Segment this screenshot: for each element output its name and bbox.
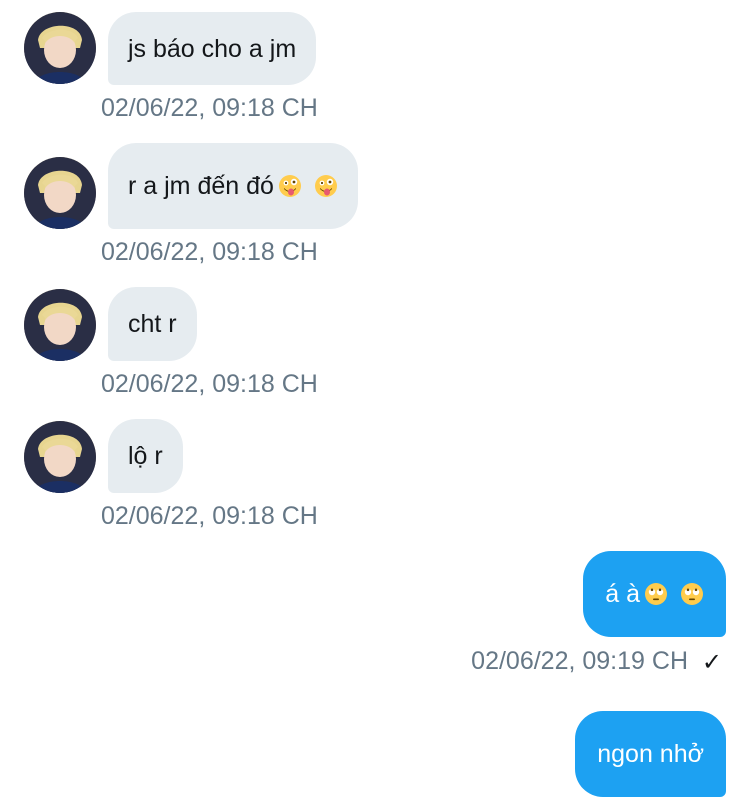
message-timestamp: 02/06/22, 09:18 CH	[101, 94, 318, 122]
message-timestamp: 02/06/22, 09:18 CH	[101, 502, 318, 530]
user-avatar[interactable]	[24, 12, 96, 84]
message-text: r a jm đến đó	[128, 172, 274, 200]
user-avatar[interactable]	[24, 289, 96, 361]
message-bubble[interactable]: js báo cho a jm	[108, 12, 317, 85]
message-bubble-outgoing[interactable]: ngon nhở	[575, 711, 726, 797]
message-bubble-outgoing[interactable]: á à	[583, 551, 726, 637]
message-timestamp: 02/06/22, 09:19 CH	[471, 647, 688, 675]
avatar-image	[24, 289, 96, 361]
message-bubble[interactable]: r a jm đến đó	[108, 143, 358, 229]
message-text: lộ r	[128, 442, 163, 470]
zany-face-icon	[278, 174, 302, 198]
zany-face-icon	[314, 174, 338, 198]
eye-roll-face-icon	[644, 582, 668, 606]
eye-roll-face-icon	[680, 582, 704, 606]
check-icon: ✓	[701, 649, 722, 676]
message-text: á à	[605, 580, 640, 608]
user-avatar[interactable]	[24, 421, 96, 493]
user-avatar[interactable]	[24, 157, 96, 229]
message-bubble[interactable]: lộ r	[108, 419, 183, 493]
message-text: ngon nhở	[597, 740, 704, 768]
avatar-image	[24, 157, 96, 229]
message-text: cht r	[128, 310, 177, 338]
avatar-image	[24, 421, 96, 493]
message-text: js báo cho a jm	[128, 34, 297, 63]
message-timestamp: 02/06/22, 09:18 CH	[101, 370, 318, 398]
avatar-image	[24, 12, 96, 84]
message-timestamp: 02/06/22, 09:18 CH	[101, 238, 318, 266]
message-bubble[interactable]: cht r	[108, 287, 197, 361]
